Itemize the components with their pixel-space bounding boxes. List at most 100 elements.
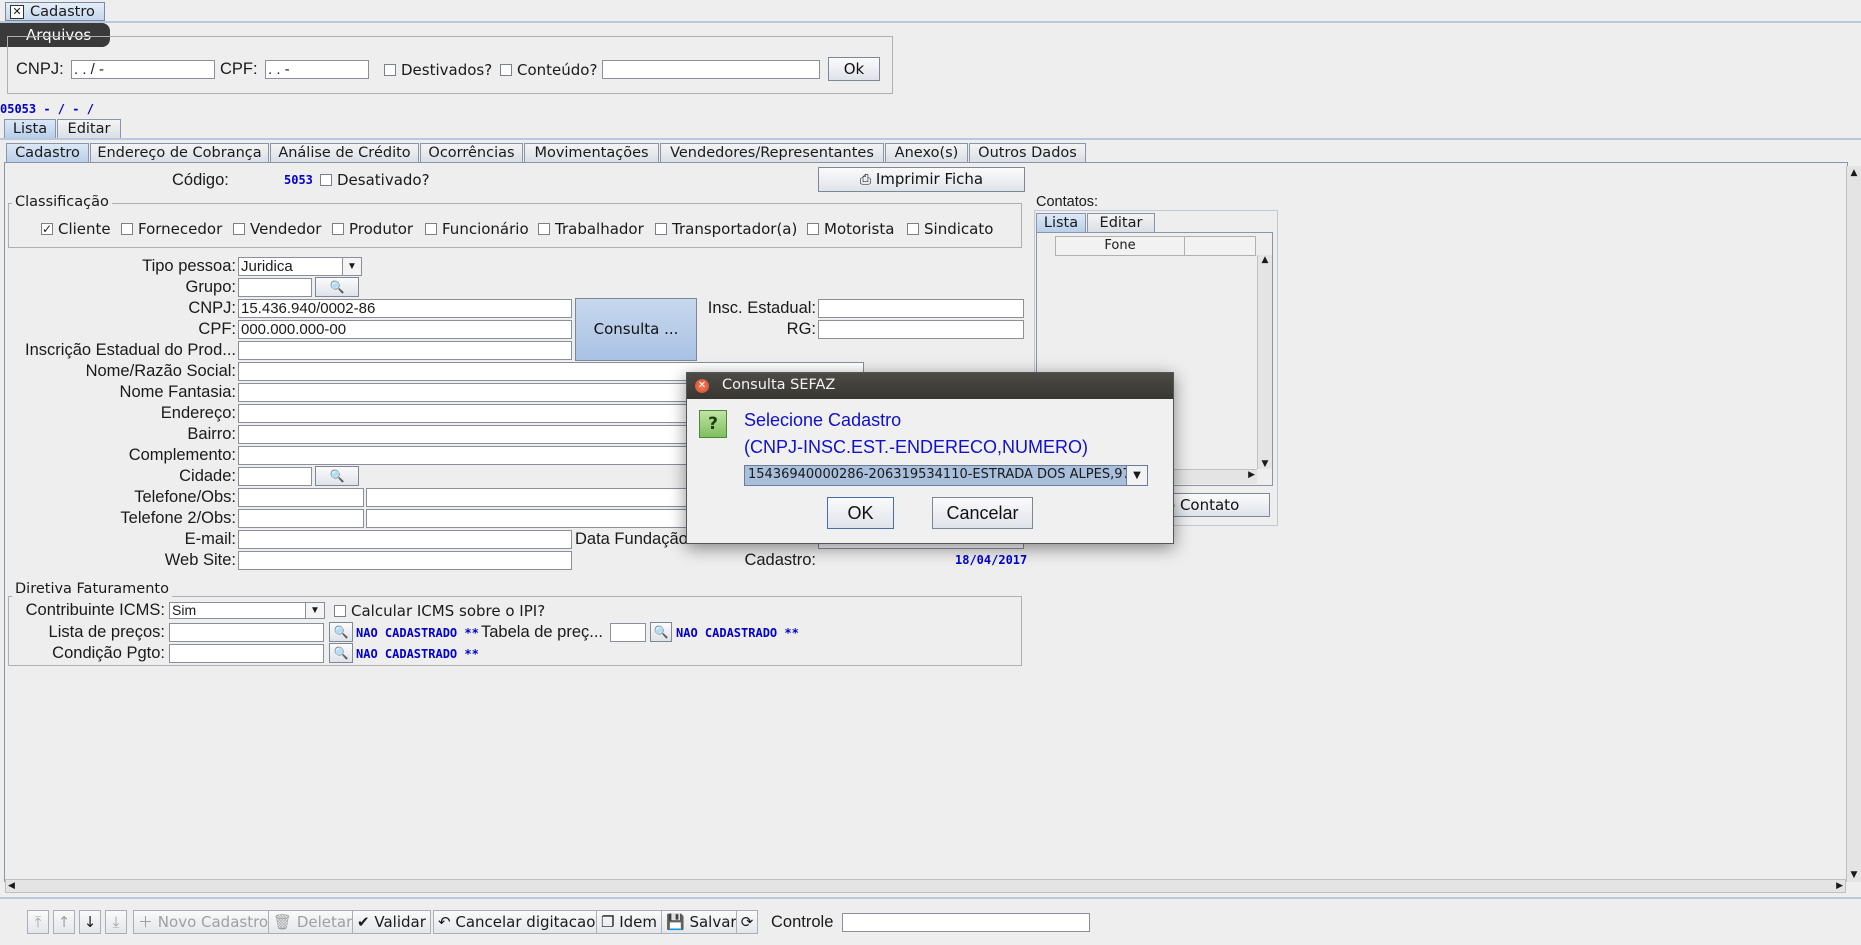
novo-cadastro-button[interactable]: ＋ Novo Cadastro	[133, 910, 274, 934]
tab-endereco-cobranca[interactable]: Endereço de Cobrança	[90, 143, 269, 162]
scroll-up-icon[interactable]: ▲	[1847, 166, 1861, 180]
search-db-icon: 🔍	[653, 625, 669, 639]
validar-button[interactable]: ✔ Validar	[352, 910, 431, 934]
endereco-input[interactable]	[238, 404, 708, 423]
vertical-scrollbar[interactable]: ▲ ▼	[1846, 166, 1861, 882]
tab-ocorrencias[interactable]: Ocorrências	[420, 143, 523, 162]
scroll-down-icon[interactable]: ▼	[1258, 459, 1272, 469]
search-ok-button[interactable]: Ok	[828, 57, 880, 81]
insc-estadual-input[interactable]	[818, 299, 1024, 318]
undo-icon: ↶	[438, 913, 451, 931]
close-icon[interactable]: ✕	[695, 379, 709, 393]
lista-precos-lookup[interactable]: 🔍	[329, 622, 353, 642]
consulta-button[interactable]: Consulta ...	[575, 298, 697, 361]
tabela-precos-input[interactable]	[610, 623, 646, 642]
insc-produtor-input[interactable]	[238, 341, 572, 360]
search-cpf-input[interactable]: . . -	[265, 60, 369, 79]
controle-input[interactable]	[842, 913, 1090, 932]
scroll-up-icon[interactable]: ▲	[1258, 255, 1272, 265]
tipo-pessoa-select[interactable]: Juridica ▼	[238, 257, 362, 276]
rg-input[interactable]	[818, 320, 1024, 339]
contribuinte-select[interactable]: Sim ▼	[169, 602, 325, 619]
conteudo-checkbox[interactable]: Conteúdo?	[500, 61, 597, 79]
refresh-icon: ⟳	[740, 913, 754, 931]
check-sindicato[interactable]: Sindicato	[907, 220, 993, 238]
view-tab-editar[interactable]: Editar	[57, 119, 121, 138]
condicao-input[interactable]	[169, 644, 324, 663]
calcular-icms-checkbox[interactable]: Calcular ICMS sobre o IPI?	[334, 602, 545, 620]
salvar-button[interactable]: 💾 Salvar	[661, 910, 742, 934]
check-funcionario[interactable]: Funcionário	[425, 220, 529, 238]
fantasia-input[interactable]	[238, 383, 708, 402]
contatos-tab-editar[interactable]: Editar	[1087, 213, 1155, 232]
prev-record-button[interactable]: ↑	[53, 910, 75, 934]
telefone-obs-input[interactable]	[366, 488, 708, 507]
check-transportador[interactable]: Transportador(a)	[655, 220, 797, 238]
lista-precos-input[interactable]	[169, 623, 324, 642]
chevron-down-icon[interactable]: ▼	[305, 603, 324, 618]
tabela-precos-lookup[interactable]: 🔍	[650, 622, 672, 642]
tab-anexos[interactable]: Anexo(s)	[885, 143, 968, 162]
table-vscroll[interactable]: ▲ ▼	[1257, 255, 1272, 469]
telefone2-input[interactable]	[238, 509, 364, 528]
imprimir-ficha-button[interactable]: ⎙ Imprimir Ficha	[818, 167, 1025, 192]
scroll-right-icon[interactable]: ▶	[1248, 470, 1255, 480]
arrow-top-icon: ⤒	[34, 913, 42, 931]
bairro-input[interactable]	[238, 425, 708, 444]
telefone2-obs-input[interactable]	[366, 509, 708, 528]
cadastro-select[interactable]: 15436940000286-206319534110-ESTRADA DOS …	[744, 465, 1148, 486]
chevron-down-icon[interactable]: ▼	[1126, 466, 1147, 485]
view-tab-lista[interactable]: Lista	[4, 119, 56, 138]
tab-cadastro[interactable]: Cadastro	[6, 143, 89, 162]
telefone-input[interactable]	[238, 488, 364, 507]
dialog-titlebar[interactable]: ✕ Consulta SEFAZ	[687, 373, 1173, 399]
refresh-button[interactable]: ⟳	[736, 910, 758, 934]
contatos-tab-lista[interactable]: Lista	[1036, 213, 1086, 232]
email-input[interactable]	[238, 530, 572, 549]
check-vendedor[interactable]: Vendedor	[233, 220, 321, 238]
table-header-fone[interactable]: Fone	[1055, 236, 1185, 256]
tab-analise-credito[interactable]: Análise de Crédito	[270, 143, 419, 162]
search-cnpj-input[interactable]: . . / -	[71, 60, 215, 79]
deletar-button[interactable]: 🗑 Deletar	[268, 910, 358, 934]
check-fornecedor[interactable]: Fornecedor	[121, 220, 222, 238]
cnpj-label: CNPJ:	[188, 299, 236, 317]
condicao-lookup[interactable]: 🔍	[329, 643, 353, 663]
check-motorista[interactable]: Motorista	[807, 220, 894, 238]
next-record-button[interactable]: ↓	[79, 910, 101, 934]
desativados-checkbox[interactable]: Destivados?	[384, 61, 492, 79]
cidade-lookup-button[interactable]: 🔍	[315, 466, 359, 486]
tab-vendedores[interactable]: Vendedores/Representantes	[660, 143, 884, 162]
scroll-right-icon[interactable]: ▶	[1836, 880, 1843, 892]
consulta-sefaz-dialog: ✕ Consulta SEFAZ ? Selecione Cadastro (C…	[686, 372, 1174, 544]
conteudo-input[interactable]	[602, 60, 820, 79]
check-trabalhador[interactable]: Trabalhador	[538, 220, 644, 238]
cancelar-digitacao-button[interactable]: ↶ Cancelar digitacao	[433, 910, 601, 934]
complemento-input[interactable]	[238, 446, 708, 465]
dialog-cancel-button[interactable]: Cancelar	[932, 497, 1033, 529]
tab-movimentacoes[interactable]: Movimentações	[524, 143, 659, 162]
horizontal-scrollbar[interactable]: ◀ ▶	[5, 879, 1846, 893]
chevron-down-icon[interactable]: ▼	[342, 258, 361, 275]
idem-button[interactable]: ❐ Idem	[596, 910, 663, 934]
website-input[interactable]	[238, 551, 572, 570]
close-icon[interactable]: ✕	[10, 5, 24, 19]
scroll-down-icon[interactable]: ▼	[1847, 868, 1861, 882]
dialog-ok-button[interactable]: OK	[827, 497, 894, 529]
cpf-input[interactable]: 000.000.000-00	[238, 320, 572, 339]
grupo-lookup-button[interactable]: 🔍	[315, 277, 359, 297]
last-record-button[interactable]: ⤓	[105, 910, 127, 934]
check-cliente[interactable]: Cliente	[41, 220, 111, 238]
cidade-label: Cidade:	[179, 467, 236, 485]
check-produtor[interactable]: Produtor	[332, 220, 413, 238]
grupo-input[interactable]	[238, 278, 312, 297]
lista-precos-label: Lista de preços:	[48, 623, 165, 641]
cnpj-input[interactable]: 15.436.940/0002-86	[238, 299, 572, 318]
desativado-checkbox[interactable]: Desativado?	[320, 171, 430, 189]
scroll-left-icon[interactable]: ◀	[8, 880, 15, 892]
first-record-button[interactable]: ⤒	[27, 910, 49, 934]
window-tab[interactable]: ✕ Cadastro	[5, 2, 105, 21]
table-header-blank[interactable]	[1184, 236, 1256, 256]
tab-outros-dados[interactable]: Outros Dados	[969, 143, 1086, 162]
cidade-input[interactable]	[238, 467, 312, 486]
